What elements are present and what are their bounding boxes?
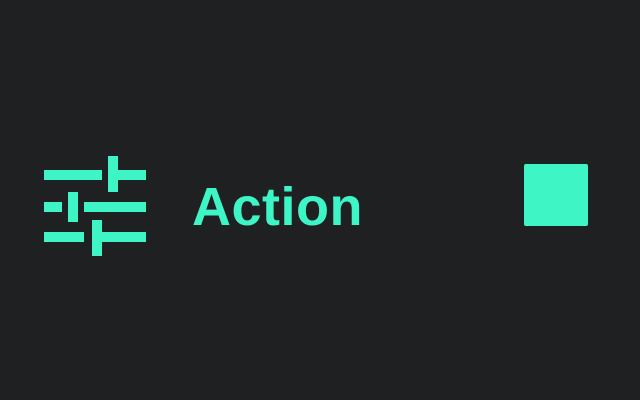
- color-swatch[interactable]: [524, 164, 588, 226]
- action-label: Action: [192, 177, 363, 237]
- action-row[interactable]: Action: [0, 0, 640, 400]
- sliders-adjust-icon: [44, 156, 146, 256]
